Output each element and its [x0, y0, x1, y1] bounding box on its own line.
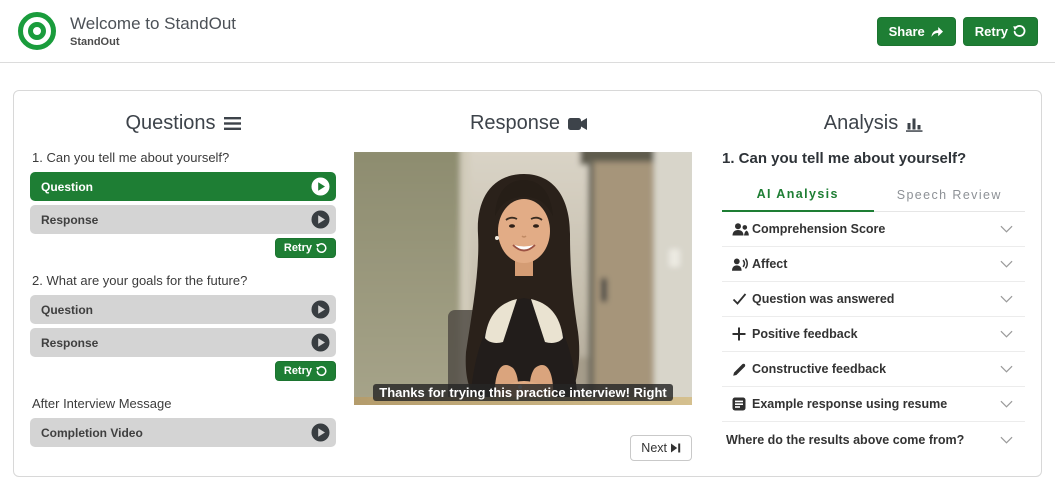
accordion-label: Constructive feedback [752, 362, 1000, 376]
header-titles: Welcome to StandOut StandOut [70, 14, 877, 47]
page: Welcome to StandOut StandOut Share Retry [0, 0, 1055, 484]
skip-next-icon [671, 443, 681, 453]
accordion-question-was-answered[interactable]: Question was answered [722, 282, 1025, 317]
share-icon [930, 25, 944, 38]
retry-icon [316, 366, 327, 377]
main-card: Questions 1. Can you tell me about yours… [13, 90, 1042, 477]
bar-chart-icon [906, 115, 923, 132]
response-title-label: Response [470, 112, 560, 135]
accordion-affect[interactable]: Affect [722, 247, 1025, 282]
next-row: Next [354, 435, 692, 461]
document-icon [732, 397, 750, 412]
chevron-down-icon [1000, 365, 1013, 373]
tab-speech-review[interactable]: Speech Review [874, 179, 1026, 212]
retry-button[interactable]: Retry [963, 17, 1038, 46]
next-button-label: Next [641, 441, 667, 455]
analysis-tabs: AI Analysis Speech Review [722, 179, 1025, 212]
standout-logo-icon [17, 11, 57, 51]
completion-video-playbar[interactable]: Completion Video [30, 418, 336, 447]
plus-icon [732, 327, 750, 342]
after-interview-label: After Interview Message [32, 396, 334, 411]
accordion-constructive-feedback[interactable]: Constructive feedback [722, 352, 1025, 387]
analysis-question-heading: 1. Can you tell me about yourself? [722, 150, 1025, 167]
chevron-down-icon [1000, 436, 1013, 444]
accordion-label: Where do the results above come from? [726, 433, 1000, 447]
question-1-response-playbar[interactable]: Response [30, 205, 336, 234]
question-2-question-playbar[interactable]: Question [30, 295, 336, 324]
accordion-label: Comprehension Score [752, 222, 1000, 236]
play-icon [311, 333, 330, 352]
question-2-label: 2. What are your goals for the future? [32, 273, 334, 288]
analysis-title-label: Analysis [824, 112, 898, 135]
tab-ai-analysis[interactable]: AI Analysis [722, 179, 874, 212]
question-1-question-playbar[interactable]: Question [30, 172, 336, 201]
chevron-down-icon [1000, 225, 1013, 233]
playbar-label: Question [41, 303, 93, 317]
header-buttons: Share Retry [877, 17, 1038, 46]
response-video-player[interactable]: Thanks for trying this practice intervie… [354, 152, 692, 405]
interviewer-video-frame [354, 152, 692, 405]
share-button[interactable]: Share [877, 17, 956, 46]
retry-label: Retry [284, 365, 312, 377]
play-icon [311, 210, 330, 229]
check-icon [732, 292, 750, 307]
retry-label: Retry [284, 242, 312, 254]
retry-button-label: Retry [975, 24, 1008, 39]
accordion-positive-feedback[interactable]: Positive feedback [722, 317, 1025, 352]
chevron-down-icon [1000, 295, 1013, 303]
chevron-down-icon [1000, 260, 1013, 268]
analysis-column-title: Analysis [722, 112, 1025, 135]
response-column-title: Response [354, 112, 704, 135]
retry-icon [316, 243, 327, 254]
app-header: Welcome to StandOut StandOut Share Retry [0, 0, 1055, 63]
video-camera-icon [568, 117, 588, 131]
users-icon [732, 222, 750, 237]
question-2-response-playbar[interactable]: Response [30, 328, 336, 357]
accordion-where-results-come-from[interactable]: Where do the results above come from? [722, 422, 1025, 457]
playbar-label: Response [41, 336, 98, 350]
menu-icon [224, 116, 241, 131]
accordion-label: Question was answered [752, 292, 1000, 306]
speaking-person-icon [732, 257, 750, 272]
playbar-label: Question [41, 180, 93, 194]
play-icon [311, 177, 330, 196]
question-1-label: 1. Can you tell me about yourself? [32, 150, 334, 165]
retry-icon [1013, 25, 1026, 38]
accordion-label: Positive feedback [752, 327, 1000, 341]
chevron-down-icon [1000, 400, 1013, 408]
accordion-example-response[interactable]: Example response using resume [722, 387, 1025, 422]
questions-column-title: Questions [30, 112, 336, 135]
response-column: Response [354, 101, 704, 466]
pencil-icon [732, 362, 750, 377]
play-icon [311, 300, 330, 319]
questions-column: Questions 1. Can you tell me about yours… [30, 101, 336, 466]
chevron-down-icon [1000, 330, 1013, 338]
question-2-retry-row: Retry [30, 361, 336, 381]
question-1-retry-row: Retry [30, 238, 336, 258]
playbar-label: Completion Video [41, 426, 143, 440]
accordion-comprehension-score[interactable]: Comprehension Score [722, 212, 1025, 247]
accordion-label: Affect [752, 257, 1000, 271]
playbar-label: Response [41, 213, 98, 227]
question-2-retry-button[interactable]: Retry [275, 361, 336, 381]
next-button[interactable]: Next [630, 435, 692, 461]
accordion-label: Example response using resume [752, 397, 1000, 411]
page-subtitle: StandOut [70, 36, 877, 48]
share-button-label: Share [889, 24, 925, 39]
question-1-retry-button[interactable]: Retry [275, 238, 336, 258]
analysis-column: Analysis 1. Can you tell me about yourse… [722, 101, 1025, 466]
questions-title-label: Questions [125, 112, 215, 135]
play-icon [311, 423, 330, 442]
page-title: Welcome to StandOut [70, 14, 877, 34]
